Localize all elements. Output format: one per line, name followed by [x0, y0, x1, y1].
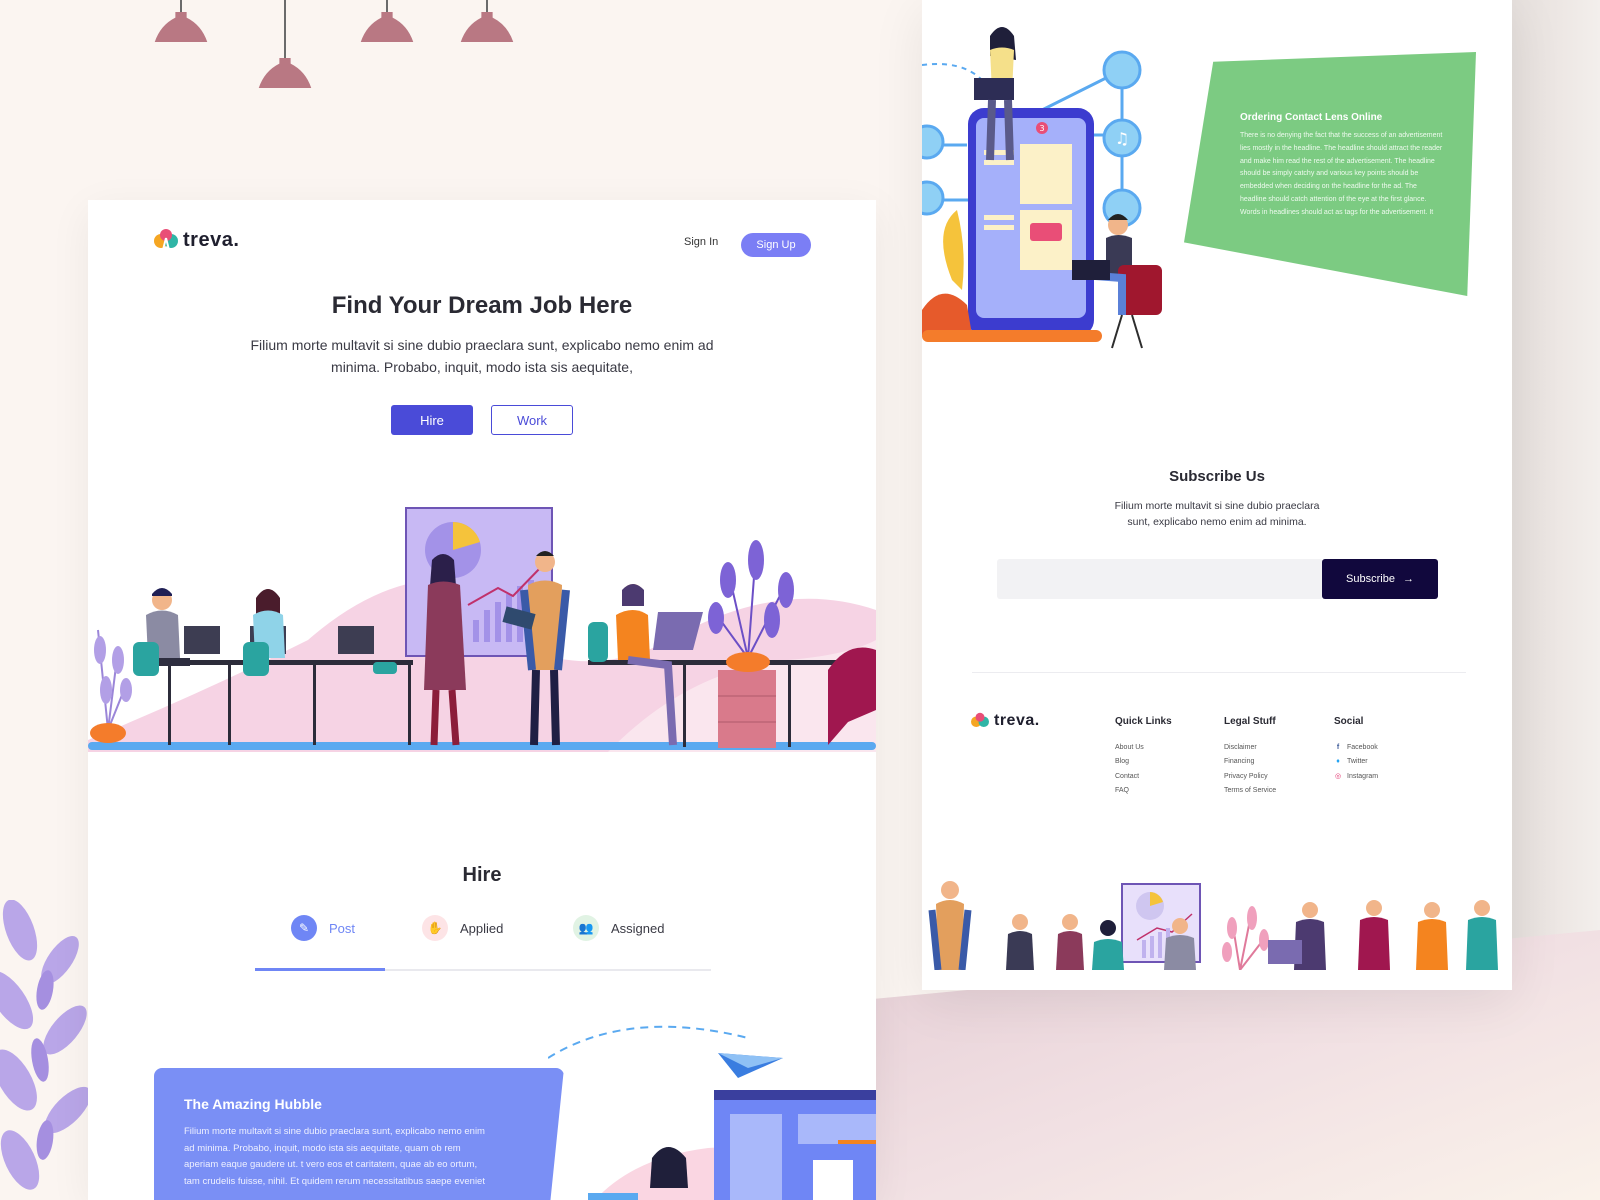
hero-title: Find Your Dream Job Here	[331, 292, 633, 319]
office-illustration	[88, 507, 876, 752]
hire-button[interactable]: Hire	[391, 405, 473, 435]
twitter-icon: ♦	[1336, 758, 1340, 766]
cart-badge: 3	[1039, 124, 1044, 133]
leaves-decoration	[0, 900, 92, 1190]
hero-description: Filium morte multavit si sine dubio prae…	[250, 337, 714, 375]
subscribe-button-label: Subscribe	[1346, 573, 1395, 585]
users-icon: 👥	[573, 915, 599, 941]
footer-link[interactable]: Disclaimer	[1224, 741, 1276, 755]
footer-link[interactable]: Privacy Policy	[1224, 770, 1276, 784]
email-input[interactable]	[997, 559, 1323, 599]
tab-post-label: Post	[329, 920, 356, 936]
hire-section-title: Hire	[462, 864, 502, 886]
footer-link[interactable]: About Us	[1115, 741, 1172, 755]
tab-applied[interactable]: ✋ Applied	[422, 915, 503, 941]
promo-card-description: There is no denying the fact that the su…	[1240, 132, 1443, 216]
footer-link[interactable]: Blog	[1115, 755, 1172, 769]
treva-logo-icon	[154, 229, 178, 251]
landing-page-card-right: ♫ 3 Ordering Contact Lens Online There i…	[922, 0, 1512, 990]
team-illustration	[922, 881, 1512, 990]
subscribe-button[interactable]: Subscribe →	[1322, 559, 1438, 599]
social-label: Facebook	[1347, 744, 1378, 751]
social-label: Twitter	[1347, 758, 1368, 766]
social-label: Instagram	[1347, 772, 1379, 780]
footer-heading: Legal Stuff	[1224, 716, 1276, 727]
handshake-icon: ✋	[422, 915, 448, 941]
arrow-right-icon: →	[1402, 573, 1414, 585]
social-link-instagram[interactable]: ◎ Instagram	[1334, 770, 1378, 784]
subscribe-description: Filium morte multavit si sine dubio prae…	[1114, 500, 1320, 528]
sign-in-link[interactable]: Sign In	[684, 236, 718, 248]
footer-divider	[972, 672, 1466, 673]
brand-name: treva.	[183, 228, 240, 251]
footer-brand-name: treva.	[994, 712, 1040, 729]
footer-heading: Quick Links	[1115, 716, 1172, 727]
footer-heading: Social	[1334, 716, 1364, 727]
feature-card: The Amazing Hubble Filium morte multavit…	[154, 1068, 564, 1200]
svg-text:♫: ♫	[1115, 129, 1129, 148]
tab-post[interactable]: ✎ Post	[291, 915, 355, 941]
footer-legal: Legal Stuff Disclaimer Financing Privacy…	[1224, 716, 1276, 799]
brand-logo[interactable]: treva.	[153, 228, 239, 252]
subscribe-title: Subscribe Us	[1169, 468, 1265, 485]
tab-assigned-label: Assigned	[611, 920, 665, 936]
promo-card-title: Ordering Contact Lens Online	[1240, 112, 1383, 123]
footer-social: Social f Facebook ♦ Twitter ◎ Instagram	[1334, 716, 1378, 784]
phone-illustration: ♫ 3	[922, 27, 1162, 349]
tabs-active-indicator	[255, 968, 385, 971]
instagram-icon: ◎	[1334, 772, 1342, 780]
paper-plane-illustration	[548, 1025, 876, 1200]
pencil-icon: ✎	[291, 915, 317, 941]
feature-card-description: Filium morte multavit si sine dubio prae…	[184, 1126, 485, 1187]
tab-assigned[interactable]: 👥 Assigned	[573, 915, 664, 941]
work-button[interactable]: Work	[491, 405, 573, 435]
footer-link[interactable]: Contact	[1115, 770, 1172, 784]
sign-up-button[interactable]: Sign Up	[741, 233, 811, 257]
footer-link[interactable]: Terms of Service	[1224, 784, 1276, 798]
feature-card-title: The Amazing Hubble	[184, 1096, 322, 1112]
social-link-twitter[interactable]: ♦ Twitter	[1334, 755, 1378, 769]
footer-link[interactable]: FAQ	[1115, 784, 1172, 798]
facebook-icon: f	[1336, 744, 1340, 751]
landing-page-card: treva. Sign In Sign Up Find Your Dream J…	[88, 200, 876, 1200]
footer-quick-links: Quick Links About Us Blog Contact FAQ	[1115, 716, 1172, 799]
hire-tabs: ✎ Post ✋ Applied 👥 Assigned	[255, 915, 711, 973]
social-link-facebook[interactable]: f Facebook	[1334, 741, 1378, 755]
footer-link[interactable]: Financing	[1224, 755, 1276, 769]
treva-logo-icon	[971, 712, 989, 727]
footer-brand-logo[interactable]: treva.	[970, 712, 1040, 730]
tab-applied-label: Applied	[460, 920, 504, 936]
